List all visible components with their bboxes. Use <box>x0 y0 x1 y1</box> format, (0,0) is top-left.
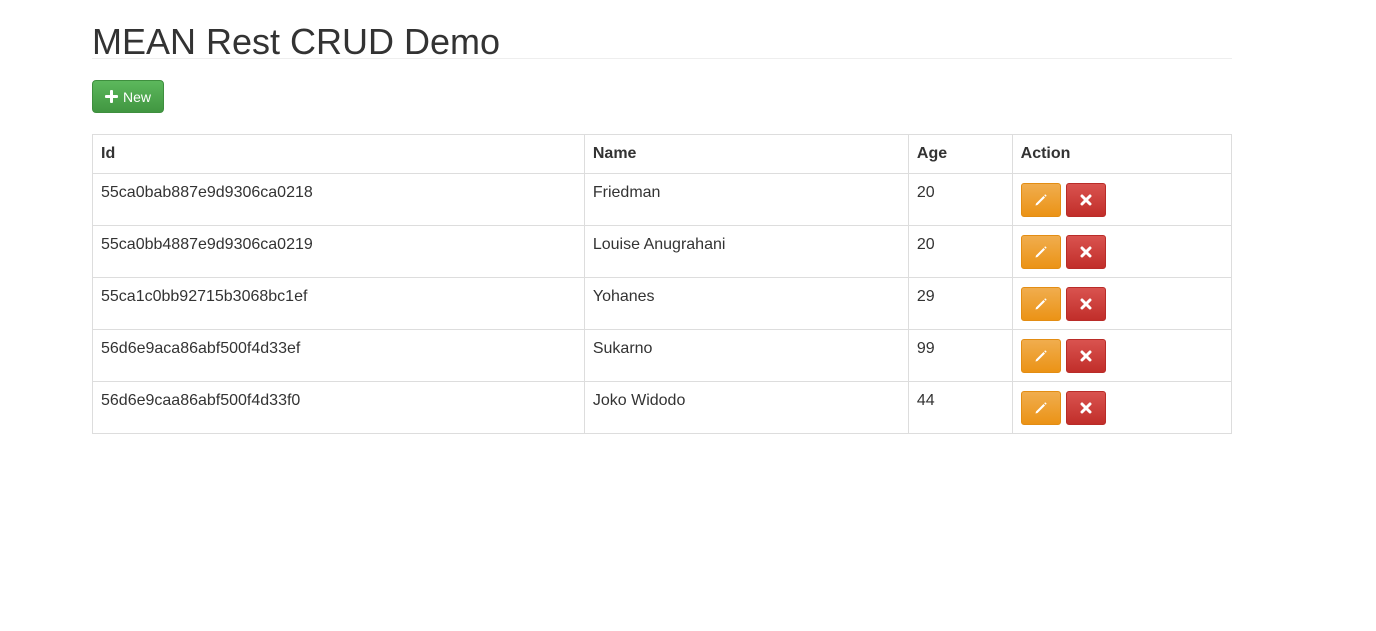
cell-name: Louise Anugrahani <box>583 225 909 278</box>
remove-icon <box>1080 298 1092 310</box>
delete-button[interactable] <box>1066 339 1107 373</box>
cell-action <box>1011 173 1233 226</box>
cell-id: 56d6e9aca86abf500f4d33ef <box>92 329 585 382</box>
new-button[interactable]: New <box>92 80 165 113</box>
delete-button[interactable] <box>1066 391 1107 425</box>
table-row: 55ca0bb4887e9d9306ca0219 Louise Anugrahan… <box>92 225 1233 278</box>
cell-age: 20 <box>907 225 1013 278</box>
plus-icon <box>105 90 118 103</box>
header-age: Age <box>907 134 1013 174</box>
edit-button[interactable] <box>1020 183 1061 217</box>
header-id: Id <box>92 134 585 174</box>
pencil-icon <box>1034 245 1048 259</box>
cell-id: 55ca0bab887e9d9306ca0218 <box>92 173 585 226</box>
table-row: 55ca0bab887e9d9306ca0218 Friedman 20 <box>92 173 1233 226</box>
cell-id: 55ca0bb4887e9d9306ca0219 <box>92 225 585 278</box>
cell-age: 99 <box>907 329 1013 382</box>
cell-id: 56d6e9caa86abf500f4d33f0 <box>92 381 585 434</box>
cell-name: Yohanes <box>583 277 909 330</box>
table-row: 55ca1c0bb92715b3068bc1ef Yohanes 29 <box>92 277 1233 330</box>
table-row: 56d6e9aca86abf500f4d33ef Sukarno 99 <box>92 329 1233 382</box>
new-button-label: New <box>123 88 152 105</box>
cell-age: 44 <box>907 381 1013 434</box>
cell-name: Sukarno <box>583 329 909 382</box>
cell-name: Joko Widodo <box>583 381 909 434</box>
pencil-icon <box>1034 297 1048 311</box>
cell-age: 20 <box>907 173 1013 226</box>
table-body: 55ca0bab887e9d9306ca0218 Friedman 20 55ca0… <box>92 173 1233 434</box>
cell-action <box>1011 277 1233 330</box>
toolbar: New <box>92 80 1232 113</box>
edit-button[interactable] <box>1020 391 1061 425</box>
cell-action <box>1011 381 1233 434</box>
page-title: MEAN Rest CRUD Demo <box>92 0 1232 62</box>
delete-button[interactable] <box>1066 235 1107 269</box>
header-action: Action <box>1011 134 1233 174</box>
records-table: Id Name Age Action 55ca0bab887e9d9306ca0… <box>92 134 1233 434</box>
main-container: MEAN Rest CRUD Demo New Id Name Age Acti… <box>92 0 1233 434</box>
remove-icon <box>1080 194 1092 206</box>
table-row: 56d6e9caa86abf500f4d33f0 Joko Widodo 44 <box>92 381 1233 434</box>
pencil-icon <box>1034 401 1048 415</box>
remove-icon <box>1080 246 1092 258</box>
cell-id: 55ca1c0bb92715b3068bc1ef <box>92 277 585 330</box>
header-name: Name <box>583 134 909 174</box>
remove-icon <box>1080 402 1092 414</box>
edit-button[interactable] <box>1020 339 1061 373</box>
edit-button[interactable] <box>1020 287 1061 321</box>
remove-icon <box>1080 350 1092 362</box>
cell-action <box>1011 225 1233 278</box>
delete-button[interactable] <box>1066 183 1107 217</box>
table-header-row: Id Name Age Action <box>92 134 1233 174</box>
cell-name: Friedman <box>583 173 909 226</box>
pencil-icon <box>1034 193 1048 207</box>
edit-button[interactable] <box>1020 235 1061 269</box>
cell-age: 29 <box>907 277 1013 330</box>
delete-button[interactable] <box>1066 287 1107 321</box>
pencil-icon <box>1034 349 1048 363</box>
cell-action <box>1011 329 1233 382</box>
